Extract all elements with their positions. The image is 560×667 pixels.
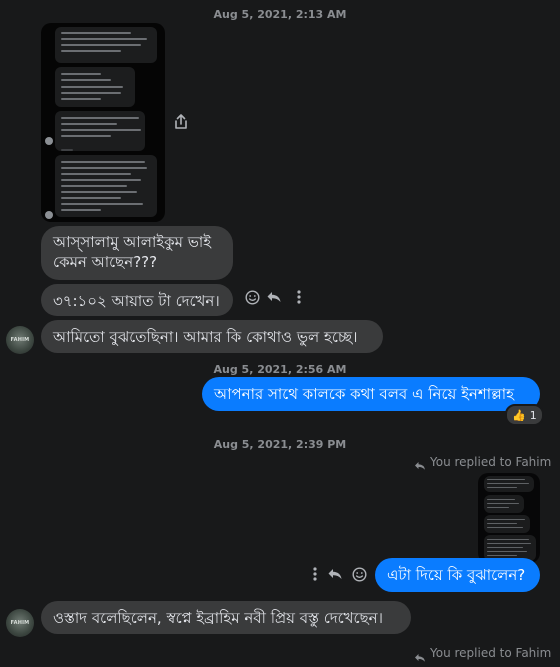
emoji-icon[interactable] xyxy=(243,290,261,308)
thumbs-up-icon: 👍 xyxy=(512,408,526,422)
reaction-badge[interactable]: 👍 1 xyxy=(505,404,544,426)
message-text: কেমন আছেন??? xyxy=(53,253,158,271)
emoji-icon[interactable] xyxy=(350,567,368,585)
incoming-message[interactable]: আস্‌সালামু আলাইকুম ভাই কেমন আছেন??? xyxy=(41,226,233,280)
more-icon[interactable] xyxy=(306,567,324,584)
message-text: ৩৭:১০২ আয়াত টা দেখেন। xyxy=(53,292,220,310)
reply-context-label: You replied to Fahim xyxy=(430,646,552,660)
outgoing-message[interactable]: আপনার সাথে কালকে কথা বলব এ নিয়ে ইনশাল্ল… xyxy=(202,377,540,411)
timestamp: Aug 5, 2021, 2:56 AM xyxy=(213,363,347,376)
reply-arrow-icon xyxy=(414,456,428,470)
reply-icon[interactable] xyxy=(326,567,344,584)
timestamp: Aug 5, 2021, 2:39 PM xyxy=(213,438,347,451)
replied-image-thumbnail[interactable] xyxy=(478,473,540,563)
more-icon[interactable] xyxy=(290,290,308,307)
avatar-label: FAHIM xyxy=(10,337,30,343)
contact-avatar[interactable]: FAHIM xyxy=(6,326,34,354)
contact-avatar[interactable]: FAHIM xyxy=(6,609,34,637)
message-text: আপনার সাথে কালকে কথা বলব এ নিয়ে ইনশাল্ল… xyxy=(214,385,514,403)
reply-arrow-icon xyxy=(414,648,428,662)
shared-image-thumbnail[interactable] xyxy=(41,23,165,222)
share-icon[interactable] xyxy=(172,114,190,133)
incoming-message[interactable]: আমিতো বুঝতেছিনা। আমার কি কোথাও ভুল হচ্ছে… xyxy=(41,320,383,353)
reaction-count: 1 xyxy=(529,408,537,422)
incoming-message[interactable]: ৩৭:১০২ আয়াত টা দেখেন। xyxy=(41,284,233,316)
message-text: আস্‌সালামু আলাইকুম ভাই xyxy=(53,233,212,251)
message-text: ওস্তাদ বলেছিলেন, স্বপ্নে ইব্রাহিম নবী প্… xyxy=(53,609,383,627)
message-text: এটা দিয়ে কি বুঝালেন? xyxy=(387,566,526,584)
message-text: আমিতো বুঝতেছিনা। আমার কি কোথাও ভুল হচ্ছে… xyxy=(53,328,358,346)
outgoing-message[interactable]: এটা দিয়ে কি বুঝালেন? xyxy=(375,558,540,592)
reply-context-label: You replied to Fahim xyxy=(430,455,552,469)
avatar-label: FAHIM xyxy=(10,620,30,626)
reply-icon[interactable] xyxy=(265,290,283,307)
timestamp: Aug 5, 2021, 2:13 AM xyxy=(213,8,347,21)
incoming-message[interactable]: ওস্তাদ বলেছিলেন, স্বপ্নে ইব্রাহিম নবী প্… xyxy=(41,601,411,634)
